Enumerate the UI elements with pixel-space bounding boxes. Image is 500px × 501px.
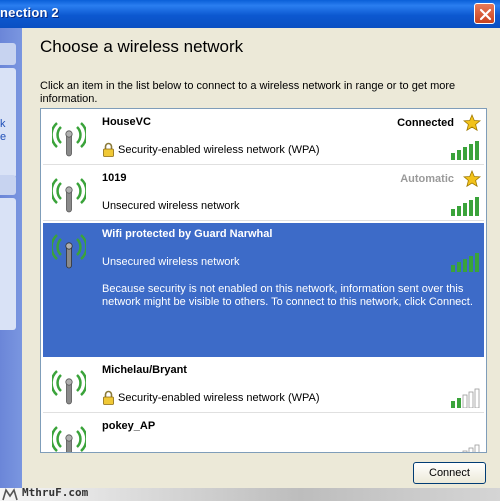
signal-strength-icon (451, 253, 479, 272)
security-label: Security-enabled wireless network (WPA) (118, 392, 320, 404)
network-name: Michelau/Bryant (102, 364, 187, 376)
task-section-body-2 (0, 198, 16, 330)
network-name: HouseVC (102, 116, 151, 128)
row-divider (43, 220, 484, 221)
network-status: Automatic (400, 173, 454, 185)
wireless-antenna-icon (52, 370, 86, 405)
network-item[interactable]: Michelau/Bryant Security-enabled wireles… (43, 359, 484, 413)
close-x-icon (479, 8, 492, 21)
lock-icon (103, 390, 114, 405)
security-label: Unsecured wireless network (102, 200, 240, 212)
network-name: pokey_AP (102, 420, 156, 432)
security-label: Security-enabled wireless network (WPA) (118, 144, 320, 156)
left-task-pane: k e (0, 28, 22, 488)
signal-strength-icon (451, 388, 480, 408)
task-section-header[interactable] (0, 43, 16, 65)
wireless-antenna-icon (52, 234, 86, 269)
network-item[interactable]: 1019 Automatic Unsecured wireless networ… (43, 167, 484, 221)
network-name: 1019 (102, 172, 127, 184)
connect-button[interactable]: Connect (413, 462, 486, 484)
title-bar[interactable]: nection 2 (0, 0, 500, 28)
page-title: Choose a wireless network (40, 37, 244, 56)
network-item-selected[interactable]: Wifi protected by Guard Narwhal Unsecure… (43, 223, 484, 357)
watermark-logo-icon (2, 488, 18, 501)
security-label: Unsecured wireless network (102, 256, 240, 268)
watermark-text: MthruF.com (22, 486, 89, 499)
close-button[interactable] (474, 3, 495, 24)
row-divider (43, 412, 484, 413)
signal-strength-icon (451, 197, 479, 216)
network-item[interactable]: pokey_AP (43, 415, 484, 452)
window-title: nection 2 (0, 5, 59, 20)
signal-strength-icon (462, 444, 480, 452)
preferred-star-icon (463, 114, 481, 132)
network-list[interactable]: HouseVC Connected Security-enabled wirel… (40, 108, 487, 453)
wireless-antenna-icon (52, 122, 86, 157)
network-status: Connected (397, 117, 454, 129)
lock-icon (103, 142, 114, 157)
wireless-antenna-icon (52, 178, 86, 213)
signal-strength-icon (451, 141, 479, 160)
main-content: Choose a wireless network Click an item … (22, 28, 500, 488)
instructions-text: Click an item in the list below to conne… (40, 80, 456, 105)
task-section-header-2[interactable] (0, 175, 16, 195)
preferred-star-icon (463, 170, 481, 188)
watermark-strip: MthruF.com (0, 486, 500, 501)
network-name: Wifi protected by Guard Narwhal (102, 228, 273, 240)
row-divider (43, 164, 484, 165)
wireless-antenna-icon (52, 426, 86, 452)
network-description: Because security is not enabled on this … (102, 283, 473, 308)
task-link[interactable]: k e (0, 118, 6, 144)
network-item[interactable]: HouseVC Connected Security-enabled wirel… (43, 111, 484, 165)
